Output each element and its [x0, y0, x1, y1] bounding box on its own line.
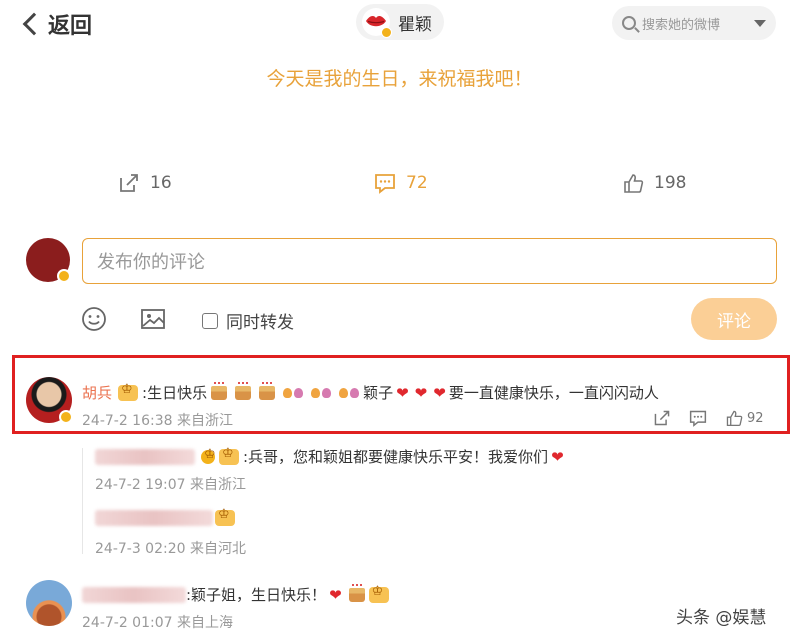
blurred-username [82, 586, 186, 603]
crown-badge-icon [219, 446, 239, 465]
cheers-icon [368, 584, 389, 603]
comment-meta: 24-7-2 01:07 来自上海 [82, 615, 233, 631]
reply-body: :兵哥，您和颖姐都要健康快乐平安！我爱你们 ❤ [95, 446, 567, 467]
heart-icon: ❤ [551, 447, 564, 466]
thumbs-up-icon [624, 174, 644, 193]
chevron-left-icon [22, 12, 46, 36]
verified-badge-icon [201, 447, 216, 464]
comment-text-name: 颖子 [363, 384, 394, 402]
user-name: 瞿颖 [398, 14, 432, 35]
cake-icon [348, 583, 365, 602]
comment-button[interactable]: 72 [374, 172, 428, 194]
watermark: 头条 @娱慧 [676, 608, 767, 628]
emoji-icon [215, 507, 235, 526]
heart-icon: ❤ [396, 383, 409, 402]
back-label: 返回 [48, 14, 93, 39]
image-icon[interactable] [140, 306, 166, 332]
share-icon[interactable] [653, 409, 671, 427]
comment-like-count: 92 [747, 410, 764, 426]
reply-body [95, 507, 239, 526]
my-avatar [26, 238, 71, 283]
share-icon [120, 174, 138, 192]
comment-text-prefix: :生日快乐 [142, 384, 208, 402]
comment-author[interactable]: 胡兵 [82, 382, 112, 403]
dropdown-caret-icon[interactable] [754, 19, 766, 27]
verified-badge-icon [57, 269, 71, 283]
repost-checkbox-label: 同时转发 [226, 313, 294, 333]
profile-pill[interactable]: 瞿颖 [356, 4, 444, 40]
heart-icon: ❤ [329, 585, 342, 604]
repost-count: 16 [150, 173, 172, 193]
comment-icon [375, 174, 395, 194]
comment-input-placeholder: 发布你的评论 [97, 252, 205, 273]
post-text: 今天是我的生日，来祝福我吧！ [266, 68, 533, 90]
submit-comment-button[interactable]: 评论 [691, 298, 777, 340]
like-count: 198 [654, 173, 687, 193]
crown-badge-icon [118, 382, 139, 401]
repost-checkbox[interactable]: 同时转发 [202, 308, 294, 333]
blurred-username [95, 448, 195, 465]
comment-text-suffix: 要一直健康快乐，一直闪闪动人 [448, 384, 659, 402]
kids-icon [311, 386, 332, 400]
avatar [362, 8, 392, 38]
comment-like-button[interactable]: 92 [725, 409, 764, 427]
comment-actions: 92 [653, 409, 764, 427]
comment-body: 胡兵 :生日快乐 颖子 ❤ ❤ ❤ 要一直健康快乐，一直闪闪动人 [82, 381, 659, 403]
reply-meta: 24-7-2 19:07 来自浙江 [95, 477, 246, 493]
reply-meta: 24-7-3 02:20 来自河北 [95, 541, 246, 557]
back-button[interactable]: 返回 [20, 8, 92, 40]
kids-icon [339, 386, 360, 400]
thumbs-up-icon [726, 410, 743, 427]
comment-icon[interactable] [689, 409, 707, 427]
blurred-username [95, 510, 213, 526]
avatar[interactable] [26, 580, 72, 626]
avatar[interactable] [26, 377, 73, 424]
comment-meta: 24-7-2 16:38 来自浙江 [82, 413, 233, 429]
verified-badge-icon [59, 410, 73, 424]
reply-text: :兵哥，您和颖姐都要健康快乐平安！我爱你们 [243, 448, 549, 466]
like-button[interactable]: 198 [622, 172, 686, 194]
repost-button[interactable]: 16 [118, 172, 172, 194]
profile-search[interactable]: 搜索她的微博 [612, 6, 776, 40]
emoji-icon[interactable] [81, 306, 107, 332]
checkbox-icon[interactable] [202, 312, 218, 329]
verified-badge-icon [381, 27, 392, 38]
cake-icon [211, 381, 228, 400]
heart-icon: ❤ [414, 383, 428, 402]
search-placeholder[interactable]: 搜索她的微博 [642, 14, 720, 33]
reply-thread-line [82, 448, 83, 554]
heart-icon: ❤ [433, 383, 446, 402]
kids-icon [283, 386, 304, 400]
cake-icon [235, 381, 252, 400]
comment-count: 72 [406, 173, 428, 193]
comment-body: :颖子姐，生日快乐！ ❤ [82, 583, 393, 605]
comment-input[interactable]: 发布你的评论 [82, 238, 777, 284]
search-icon [622, 16, 636, 30]
comment-text: :颖子姐，生日快乐！ [186, 586, 327, 604]
cake-icon [259, 381, 276, 400]
